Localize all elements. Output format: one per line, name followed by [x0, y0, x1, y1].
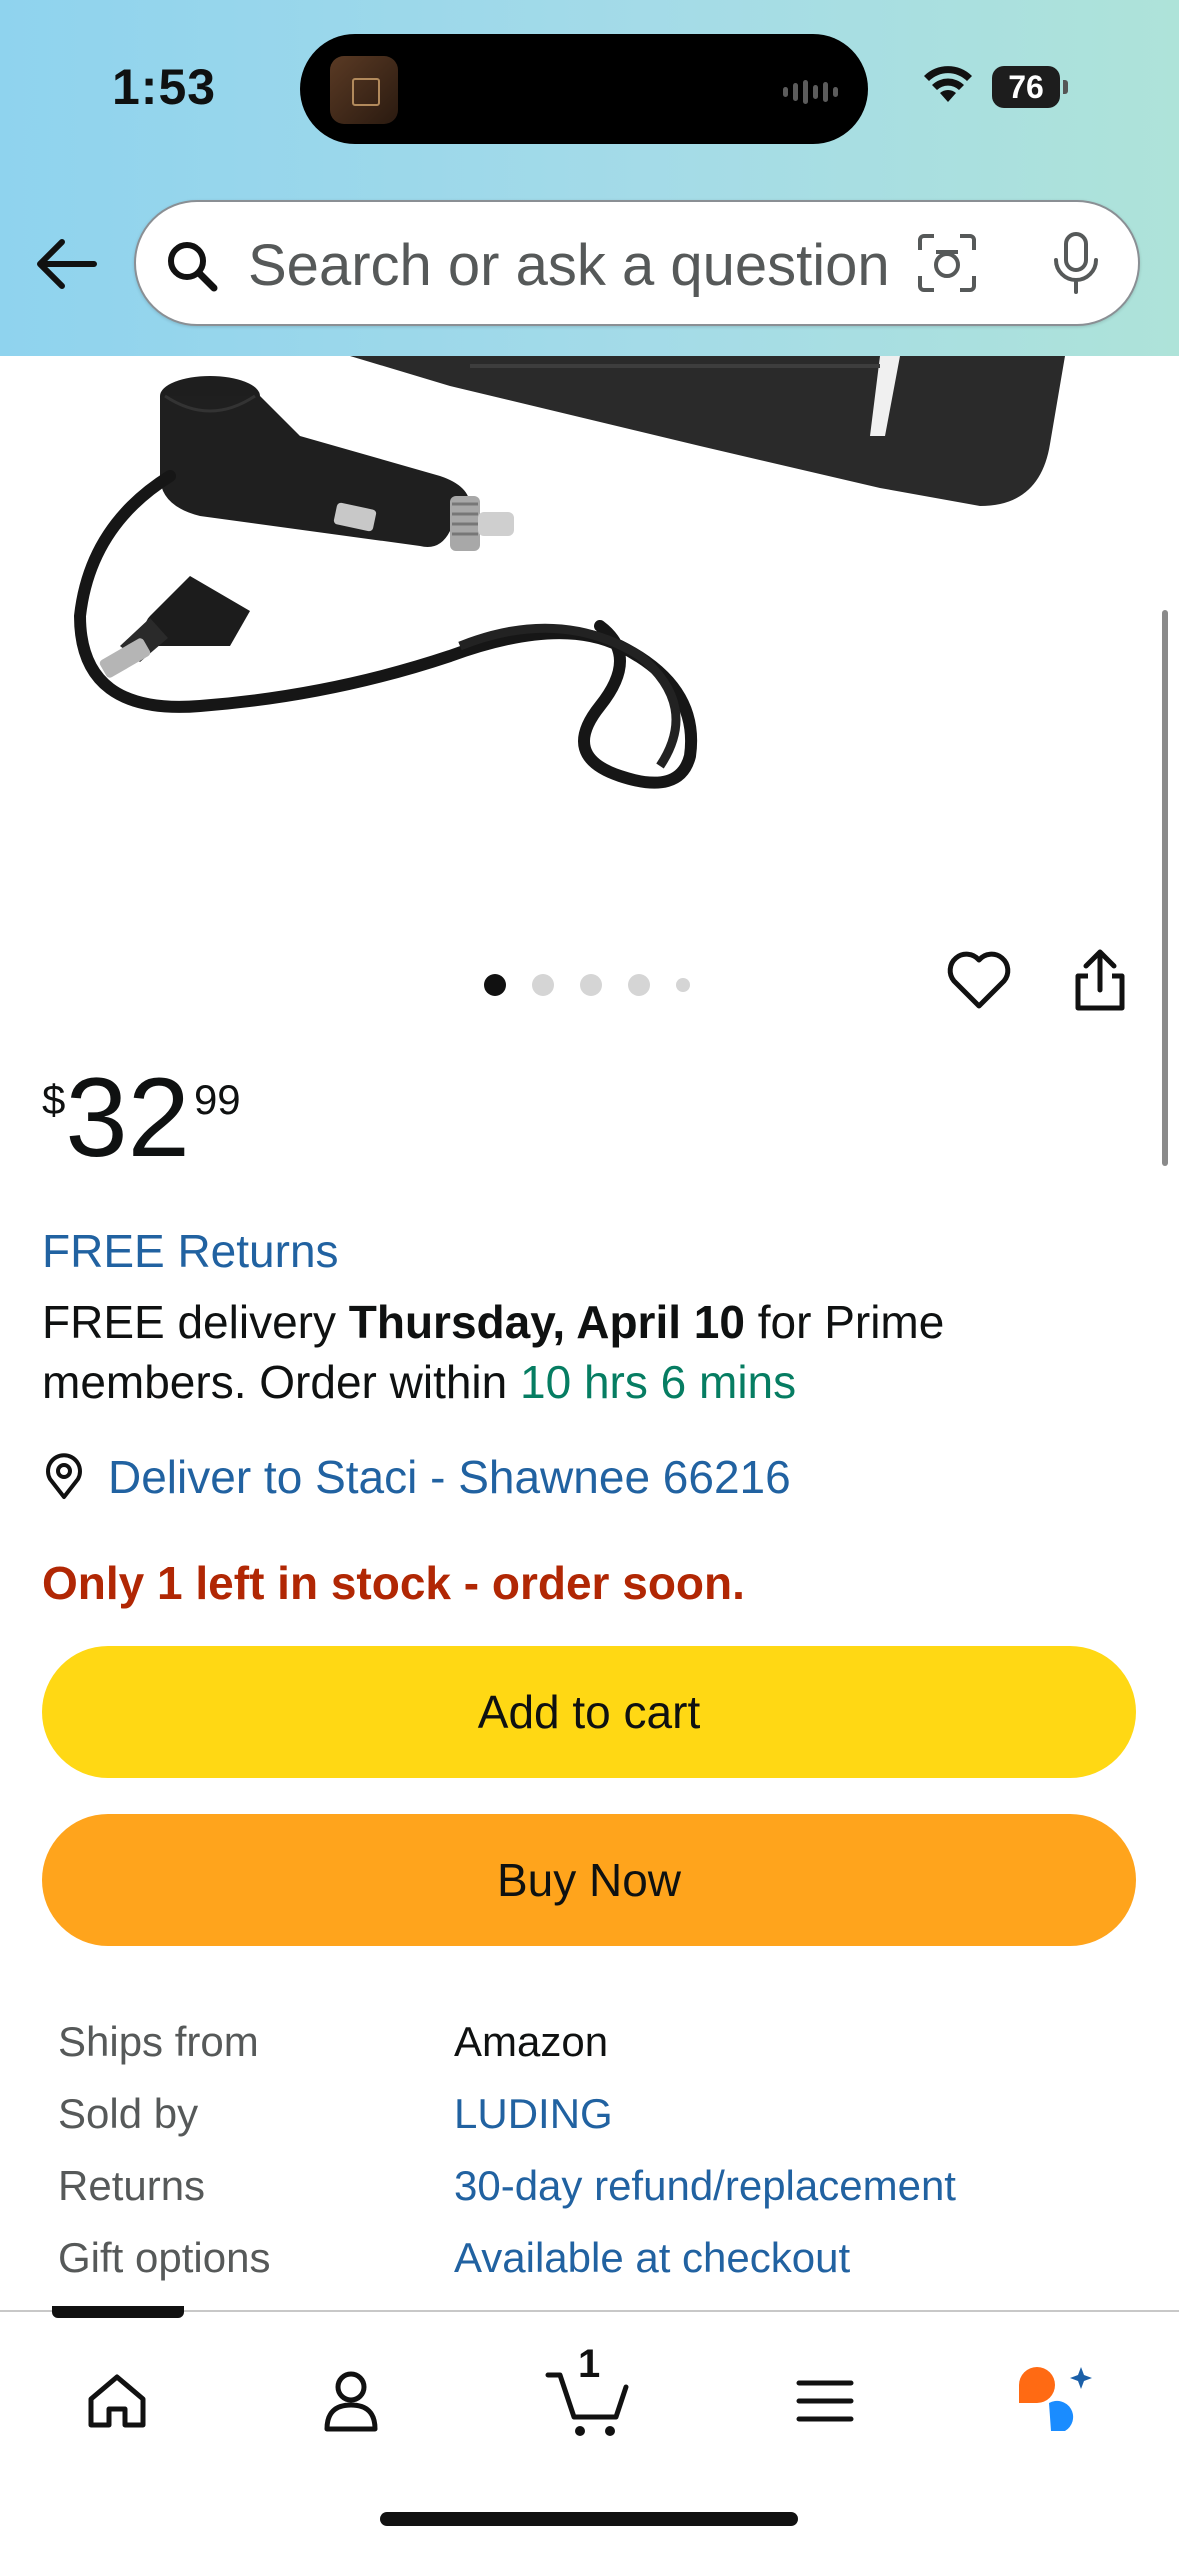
details-row: Gift options Available at checkout [58, 2222, 956, 2294]
deliver-to-text[interactable]: Deliver to Staci - Shawnee 66216 [108, 1450, 791, 1504]
share-icon[interactable] [1072, 946, 1128, 1014]
carousel-dot-5[interactable] [676, 978, 690, 992]
carousel-dot-1[interactable] [484, 974, 506, 996]
header: 1:53 76 Search or ask a question [0, 0, 1179, 356]
active-tab-indicator [52, 2306, 184, 2318]
sold-by-label: Sold by [58, 2090, 199, 2137]
order-countdown: 10 hrs 6 mins [520, 1356, 797, 1408]
scrollbar[interactable] [1162, 610, 1168, 1166]
wifi-icon [924, 66, 972, 102]
carousel-dot-4[interactable] [628, 974, 650, 996]
details-row: Returns 30-day refund/replacement [58, 2150, 956, 2222]
now-playing-thumbnail [330, 56, 398, 124]
search-icon [168, 242, 218, 292]
price-fraction: 99 [193, 1076, 241, 1123]
deliver-to-link[interactable]: Deliver to Staci - Shawnee 66216 [42, 1450, 791, 1504]
ships-from-label: Ships from [58, 2018, 259, 2065]
ships-from-value: Amazon [454, 2018, 609, 2065]
carousel-dot-3[interactable] [580, 974, 602, 996]
price: $ 32 99 [42, 1058, 241, 1178]
returns-policy-link[interactable]: 30-day refund/replacement [454, 2162, 956, 2210]
status-time: 1:53 [112, 59, 217, 115]
rufus-chat-icon [1019, 2367, 1092, 2431]
image-carousel-dots[interactable] [484, 974, 690, 996]
stock-status: Only 1 left in stock - order soon. [42, 1557, 745, 1609]
nav-home[interactable] [62, 2346, 172, 2456]
dynamic-island [300, 34, 868, 144]
heart-icon[interactable] [946, 950, 1012, 1010]
camera-lens-icon[interactable] [914, 230, 980, 296]
details-row: Ships from Amazon [58, 2006, 956, 2078]
cart-count-badge: 1 [578, 2342, 601, 2386]
battery-indicator: 76 [992, 66, 1068, 108]
buy-now-button[interactable]: Buy Now [42, 1814, 1136, 1946]
add-to-cart-button[interactable]: Add to cart [42, 1646, 1136, 1778]
search-bar[interactable]: Search or ask a question [134, 200, 1140, 326]
menu-icon [796, 2380, 854, 2422]
microphone-icon[interactable] [1048, 230, 1104, 298]
nav-rufus[interactable] [1000, 2346, 1110, 2456]
delivery-message: FREE delivery Thursday, April 10 for Pri… [42, 1292, 1122, 1412]
audio-wave-icon [783, 80, 838, 104]
gift-options-link[interactable]: Available at checkout [454, 2234, 850, 2282]
carousel-dot-2[interactable] [532, 974, 554, 996]
price-symbol: $ [42, 1076, 66, 1123]
search-input[interactable]: Search or ask a question [248, 232, 928, 299]
gift-options-label: Gift options [58, 2234, 271, 2281]
details-row: Sold by LUDING [58, 2078, 956, 2150]
delivery-prefix: FREE delivery [42, 1296, 349, 1348]
purchase-details: Ships from Amazon Sold by LUDING Returns… [58, 2006, 956, 2294]
home-icon [88, 2374, 146, 2428]
returns-label: Returns [58, 2162, 206, 2209]
price-whole: 32 [65, 1055, 190, 1180]
nav-cart[interactable]: 1 [534, 2342, 644, 2456]
location-pin-icon [46, 1453, 82, 1499]
back-arrow-icon[interactable] [34, 236, 98, 292]
free-returns-link[interactable]: FREE Returns [42, 1224, 339, 1278]
nav-menu[interactable] [770, 2346, 880, 2456]
product-image[interactable] [0, 356, 1179, 956]
nav-account[interactable] [296, 2346, 406, 2456]
home-indicator [380, 2512, 798, 2526]
account-icon [324, 2371, 378, 2432]
seller-link[interactable]: LUDING [454, 2090, 613, 2138]
delivery-date: Thursday, April 10 [348, 1296, 745, 1348]
